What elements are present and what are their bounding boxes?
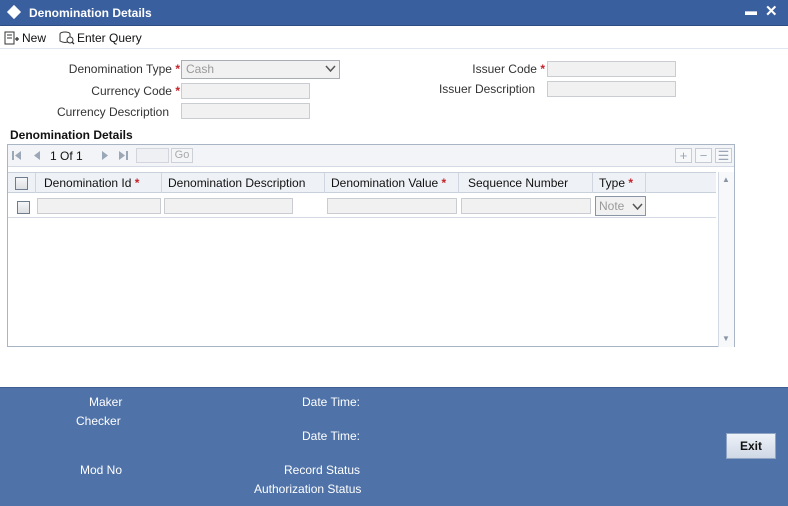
last-page-icon[interactable] [118,150,128,161]
required-marker: * [134,176,140,190]
toolbar: New Enter Query [0,26,788,49]
next-page-icon[interactable] [100,150,110,161]
chevron-down-icon [325,65,336,73]
close-icon[interactable]: ✕ [765,2,778,20]
column-sequence-number[interactable]: Sequence Number [459,173,593,193]
page-number-input[interactable] [136,148,169,163]
denomination-type-value: Cash [186,62,215,76]
type-select-value: Note [599,199,625,213]
required-marker: * [441,176,447,190]
column-label: Denomination Description [168,176,306,190]
required-marker: * [540,62,545,76]
enter-query-button[interactable]: Enter Query [59,29,142,46]
new-document-icon [4,31,19,45]
row-checkbox[interactable] [17,201,30,214]
issuer-description-field[interactable] [547,81,676,97]
denomination-id-input[interactable] [37,198,161,214]
checker-label: Checker [76,414,121,428]
denomination-type-label: Denomination Type [68,62,172,76]
record-status-label: Record Status [284,463,361,477]
window-titlebar: Denomination Details ▬ ✕ [0,0,788,26]
column-type[interactable]: Type * [593,173,646,193]
select-all-checkbox[interactable] [15,177,28,190]
denomination-grid: 1 Of 1 Go + − ☰ Denomination Id * Denomi… [7,144,735,347]
scroll-up-icon[interactable]: ▲ [722,175,730,184]
denomination-value-input[interactable] [327,198,457,214]
new-button[interactable]: New [4,29,46,46]
minimize-icon[interactable]: ▬ [745,4,757,18]
table-row: Note [8,194,716,218]
currency-code-field[interactable] [181,83,310,99]
header-select-cell [8,173,36,193]
remove-row-icon[interactable]: − [695,148,712,163]
column-denomination-value[interactable]: Denomination Value * [325,173,459,193]
denomination-type-select[interactable]: Cash [181,60,340,79]
sequence-number-input[interactable] [461,198,591,214]
page-indicator: 1 Of 1 [50,149,83,163]
currency-code-label-row: Currency Code * [40,84,180,98]
issuer-description-label: Issuer Description [438,82,535,96]
first-page-icon[interactable] [12,150,22,161]
currency-description-field[interactable] [181,103,310,119]
chevron-down-icon [632,203,643,211]
required-marker: * [175,84,180,98]
previous-page-icon[interactable] [32,150,42,161]
section-title: Denomination Details [10,128,133,142]
grid-pager: 1 Of 1 Go + − ☰ [8,145,734,167]
maker-label: Maker [89,395,123,409]
issuer-code-label-row: Issuer Code * [420,62,545,76]
go-button[interactable]: Go [171,148,193,163]
column-denomination-id[interactable]: Denomination Id * [36,173,162,193]
column-label: Type [599,176,626,190]
add-row-icon[interactable]: + [675,148,692,163]
checker-date-time-label: Date Time: [302,429,361,443]
currency-description-label: Currency Description [56,105,169,119]
currency-code-label: Currency Code [91,84,172,98]
grid-vertical-scrollbar[interactable]: ▲ ▼ [718,172,734,347]
authorization-status-label: Authorization Status [254,482,362,496]
exit-button[interactable]: Exit [726,433,776,459]
window-diamond-icon [6,4,22,20]
mod-no-label: Mod No [80,463,123,477]
denomination-type-label-row: Denomination Type * [40,62,180,76]
column-label: Denomination Id [44,176,132,190]
issuer-code-field[interactable] [547,61,676,77]
audit-footer: Maker Checker Date Time: Date Time: Mod … [0,387,788,506]
required-marker: * [628,176,634,190]
window-title: Denomination Details [29,6,152,20]
maker-date-time-label: Date Time: [302,395,361,409]
denomination-description-input[interactable] [164,198,293,214]
column-label: Denomination Value [331,176,439,190]
enter-query-button-label: Enter Query [77,30,142,45]
issuer-code-label: Issuer Code [472,62,537,76]
column-denomination-description[interactable]: Denomination Description [162,173,325,193]
enter-query-icon [59,31,75,45]
single-view-icon[interactable]: ☰ [715,148,732,163]
grid-header: Denomination Id * Denomination Descripti… [8,172,716,193]
required-marker: * [175,62,180,76]
column-label: Sequence Number [468,176,569,190]
scroll-down-icon[interactable]: ▼ [722,334,730,343]
type-select[interactable]: Note [595,196,646,216]
new-button-label: New [22,30,47,45]
